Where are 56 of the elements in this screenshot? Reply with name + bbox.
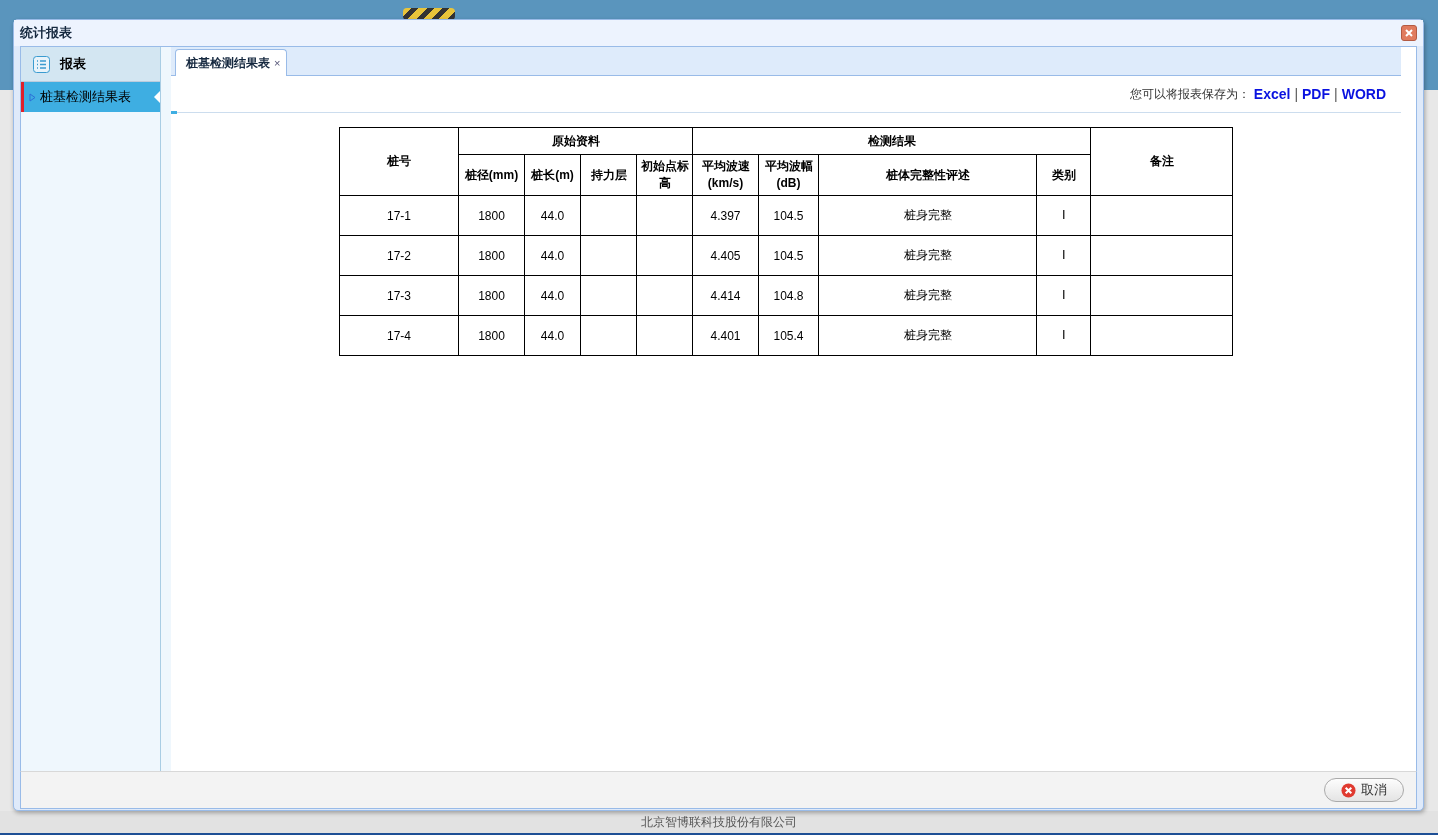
- table-cell: 桩身完整: [818, 315, 1037, 356]
- column-header: 平均波速(km/s): [692, 154, 759, 196]
- table-cell: 44.0: [524, 315, 581, 356]
- table-cell: 4.414: [692, 275, 759, 316]
- table-cell: 17-2: [339, 235, 459, 276]
- column-header: 持力层: [580, 154, 637, 196]
- export-link[interactable]: Excel: [1253, 86, 1291, 102]
- table-cell: 4.405: [692, 235, 759, 276]
- table-cell: 4.401: [692, 315, 759, 356]
- close-icon[interactable]: [1401, 25, 1417, 41]
- column-header: 桩长(m): [524, 154, 581, 196]
- table-cell: 17-3: [339, 275, 459, 316]
- table-cell: 4.397: [692, 195, 759, 236]
- window-title: 统计报表: [20, 24, 72, 42]
- triangle-icon: [29, 92, 36, 102]
- table-cell: 44.0: [524, 195, 581, 236]
- table-cell: 104.8: [758, 275, 819, 316]
- table-cell: 105.4: [758, 315, 819, 356]
- table-cell: Ⅰ: [1036, 315, 1091, 356]
- sidebar-title: 报表: [60, 55, 86, 73]
- table-cell: 桩身完整: [818, 235, 1037, 276]
- list-icon: [33, 55, 50, 73]
- table-cell: 桩身完整: [818, 195, 1037, 236]
- table-cell: Ⅰ: [1036, 195, 1091, 236]
- table-cell: Ⅰ: [1036, 275, 1091, 316]
- table-cell: 1800: [458, 235, 525, 276]
- export-link[interactable]: PDF: [1302, 86, 1331, 102]
- table-cell: 1800: [458, 275, 525, 316]
- table-cell: 104.5: [758, 195, 819, 236]
- error-icon: [1341, 782, 1356, 798]
- table-cell: 1800: [458, 195, 525, 236]
- company-name: 北京智博联科技股份有限公司: [641, 813, 797, 831]
- separator-text: |: [1294, 86, 1299, 102]
- column-header: 备注: [1090, 127, 1233, 196]
- table-cell: 1800: [458, 315, 525, 356]
- export-link[interactable]: WORD: [1341, 86, 1386, 102]
- table-cell: 44.0: [524, 275, 581, 316]
- table-cell: 17-4: [339, 315, 459, 356]
- column-header: 平均波幅(dB): [758, 154, 819, 196]
- table-cell: 44.0: [524, 235, 581, 276]
- table-cell: 桩身完整: [818, 275, 1037, 316]
- column-group-header: 原始资料: [458, 127, 693, 155]
- stripes-icon: [403, 8, 455, 20]
- column-header: 桩体完整性评述: [818, 154, 1037, 196]
- table-cell: Ⅰ: [1036, 235, 1091, 276]
- table-cell: 104.5: [758, 235, 819, 276]
- export-prompt: 您可以将报表保存为：: [1129, 85, 1250, 103]
- tab[interactable]: 桩基检测结果表 ×: [175, 49, 288, 76]
- column-header: 初始点标高: [636, 154, 693, 196]
- table-cell: 17-1: [339, 195, 459, 236]
- cancel-button[interactable]: 取消: [1324, 778, 1404, 802]
- column-header: 桩径(mm): [458, 154, 525, 196]
- separator-text: |: [1334, 86, 1338, 102]
- column-group-header: 检测结果: [692, 127, 1091, 155]
- column-header: 桩号: [339, 127, 459, 196]
- sidebar-item[interactable]: 桩基检测结果表: [21, 82, 160, 112]
